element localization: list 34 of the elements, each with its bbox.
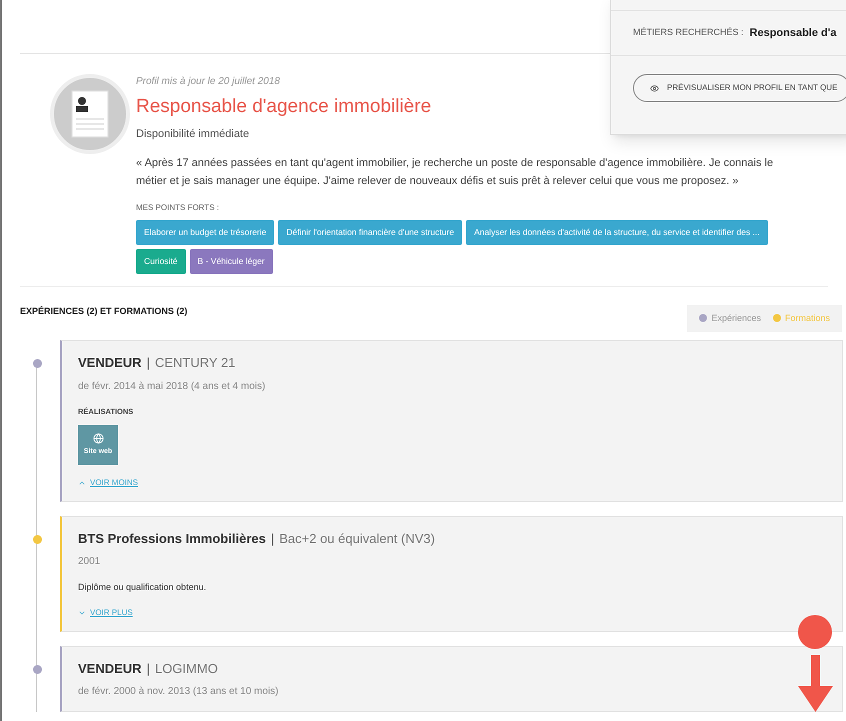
strength-tag: Définir l'orientation financière d'une structure	[278, 220, 462, 245]
separator: |	[146, 354, 150, 372]
card-subtitle: Bac+2 ou équivalent (NV3)	[279, 530, 435, 548]
card-dates: 2001	[78, 555, 102, 570]
strengths-label: MES POINTS FORTS :	[136, 202, 220, 214]
card-subtitle: CENTURY 21	[154, 354, 236, 372]
preview-profile-button[interactable]: PRÉVISUALISER MON PROFIL EN TANT QUE	[633, 74, 846, 102]
card-dates: de févr. 2000 à nov. 2013 (13 ans et 10 mois)	[78, 685, 280, 700]
strength-tag: Analyser les données d'activité de la structure, du service et identifier des ...	[466, 220, 768, 245]
card-title: VENDEUR	[78, 660, 142, 678]
separator: |	[270, 530, 274, 548]
card-dates: de févr. 2014 à mai 2018 (4 ans et 4 mois)	[78, 380, 266, 394]
update-date: Profil mis à jour le 20 juillet 2018	[136, 75, 280, 89]
globe-icon	[92, 432, 104, 444]
strength-tag: Curiosité	[136, 248, 186, 274]
jobs-label: MÉTIERS RECHERCHÉS :	[633, 26, 744, 40]
profile-title: Responsable d'agence immobilière	[136, 95, 432, 119]
legend-label: Expériences	[711, 312, 761, 325]
card-title: VENDEUR	[78, 354, 142, 372]
profile-summary: « Après 17 années passées en tant qu'agent immobilier, je recherche un poste de responsable d'agence immobilière. Je connais le métier et je sais manager une équipe. J'aime relever de nouveaux défis et suis prêt à relever celui que vous me proposez. »	[136, 156, 774, 189]
legend-label: Formations	[784, 312, 830, 324]
card-note: Diplôme ou qualification obtenu.	[78, 581, 208, 594]
separator: |	[146, 660, 150, 678]
toggle-link[interactable]: VOIR MOINS	[78, 476, 138, 489]
strength-tag: Elaborer un budget de trésorerie	[136, 220, 274, 245]
card-title: BTS Professions Immobilières	[78, 530, 266, 548]
toggle-link[interactable]: VOIR PLUS	[78, 606, 133, 619]
jobs-value: Responsable d'a	[750, 26, 836, 41]
scroll-down-icon	[797, 614, 833, 714]
eye-icon	[650, 84, 659, 92]
section-title: EXPÉRIENCES (2) ET FORMATIONS (2)	[20, 304, 188, 318]
availability: Disponibilité immédiate	[136, 126, 250, 142]
strength-tag: B - Véhicule léger	[190, 248, 273, 274]
card-subtitle: LOGIMMO	[154, 660, 218, 678]
